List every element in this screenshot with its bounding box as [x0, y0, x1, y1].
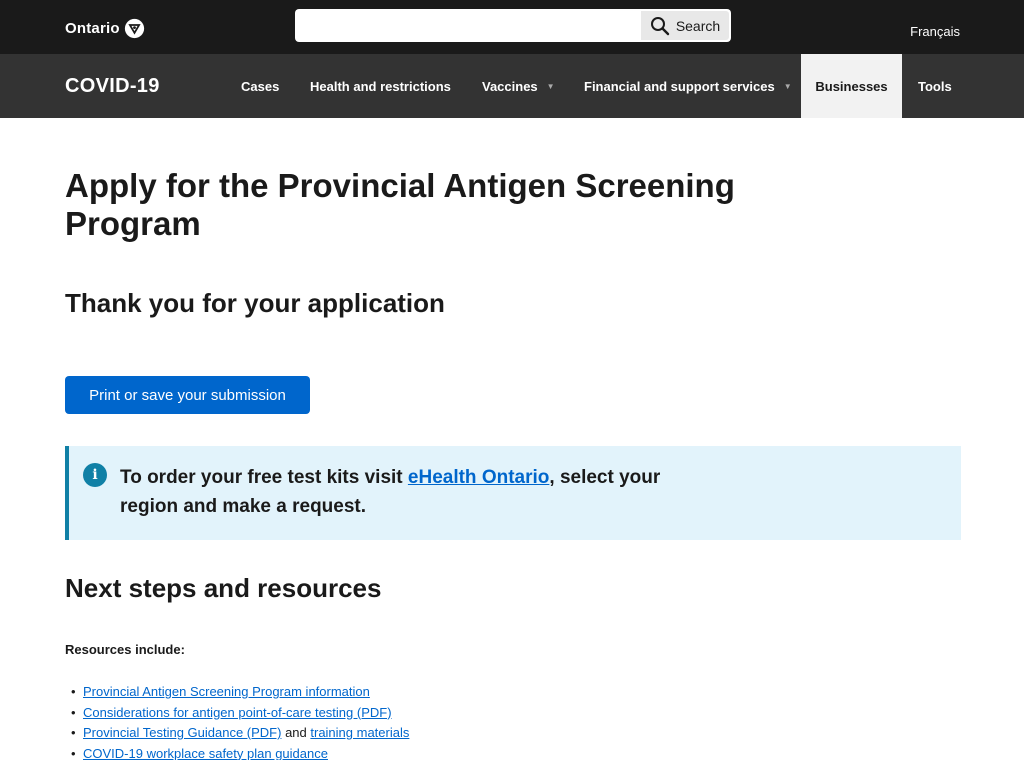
list-item: Provincial Testing Guidance (PDF) and tr…: [65, 723, 409, 744]
nav-item-label: Health and restrictions: [310, 78, 451, 94]
thank-you-heading: Thank you for your application: [65, 288, 445, 318]
search-button[interactable]: Search: [641, 11, 729, 40]
nav-item-label: Tools: [918, 78, 952, 94]
resource-link-training-materials[interactable]: training materials: [310, 725, 409, 740]
resources-list: Provincial Antigen Screening Program inf…: [65, 682, 409, 760]
trillium-icon: [124, 18, 144, 39]
next-steps-heading: Next steps and resources: [65, 573, 382, 603]
dropdown-caret-icon: ▼: [783, 81, 792, 91]
nav-item-label: Financial and support services: [584, 78, 775, 94]
search-button-label: Search: [675, 17, 721, 34]
search-input[interactable]: [295, 9, 640, 42]
ontario-logo[interactable]: Ontario: [65, 18, 145, 39]
resource-link-workplace-safety-plan[interactable]: COVID-19 workplace safety plan guidance: [83, 746, 328, 760]
info-callout: i To order your free test kits visit eHe…: [65, 446, 961, 540]
search-icon: [650, 16, 670, 35]
resource-link-testing-guidance[interactable]: Provincial Testing Guidance (PDF): [83, 725, 281, 740]
nav-item-label: Vaccines: [482, 78, 538, 94]
logo-text: Ontario: [65, 20, 120, 37]
resource-link-point-of-care-testing[interactable]: Considerations for antigen point-of-care…: [83, 705, 392, 720]
list-item: Considerations for antigen point-of-care…: [65, 703, 409, 724]
resource-link-program-information[interactable]: Provincial Antigen Screening Program inf…: [83, 684, 370, 699]
nav-item-tools[interactable]: Tools: [902, 54, 968, 118]
nav-item-vaccines[interactable]: Vaccines ▼: [466, 54, 571, 118]
ehealth-ontario-link[interactable]: eHealth Ontario: [408, 467, 549, 488]
page-title: Apply for the Provincial Antigen Screeni…: [65, 167, 735, 242]
resource-joiner-text: and: [281, 725, 311, 740]
dropdown-caret-icon: ▼: [546, 81, 555, 91]
nav-item-financial-and-support-services[interactable]: Financial and support services ▼: [568, 54, 808, 118]
list-item: COVID-19 workplace safety plan guidance: [65, 744, 409, 760]
language-toggle-link[interactable]: Français: [910, 24, 960, 39]
resources-label: Resources include:: [65, 642, 185, 657]
nav-item-label: Cases: [241, 78, 280, 94]
list-item: Provincial Antigen Screening Program inf…: [65, 682, 409, 703]
info-icon: i: [83, 463, 107, 487]
nav-item-label: Businesses: [815, 78, 888, 94]
nav-item-health-and-restrictions[interactable]: Health and restrictions: [294, 54, 467, 118]
callout-text: To order your free test kits visit eHeal…: [120, 463, 720, 521]
top-bar: Ontario Search Français: [0, 0, 1024, 54]
nav-site-title[interactable]: COVID-19: [65, 75, 160, 98]
nav-item-businesses[interactable]: Businesses: [801, 54, 902, 118]
search-box: Search: [295, 9, 731, 42]
nav-item-cases[interactable]: Cases: [225, 54, 295, 118]
main-navigation: COVID-19 Cases Health and restrictions V…: [0, 54, 1024, 118]
print-or-save-button[interactable]: Print or save your submission: [65, 376, 310, 414]
callout-text-before: To order your free test kits visit: [120, 467, 408, 488]
